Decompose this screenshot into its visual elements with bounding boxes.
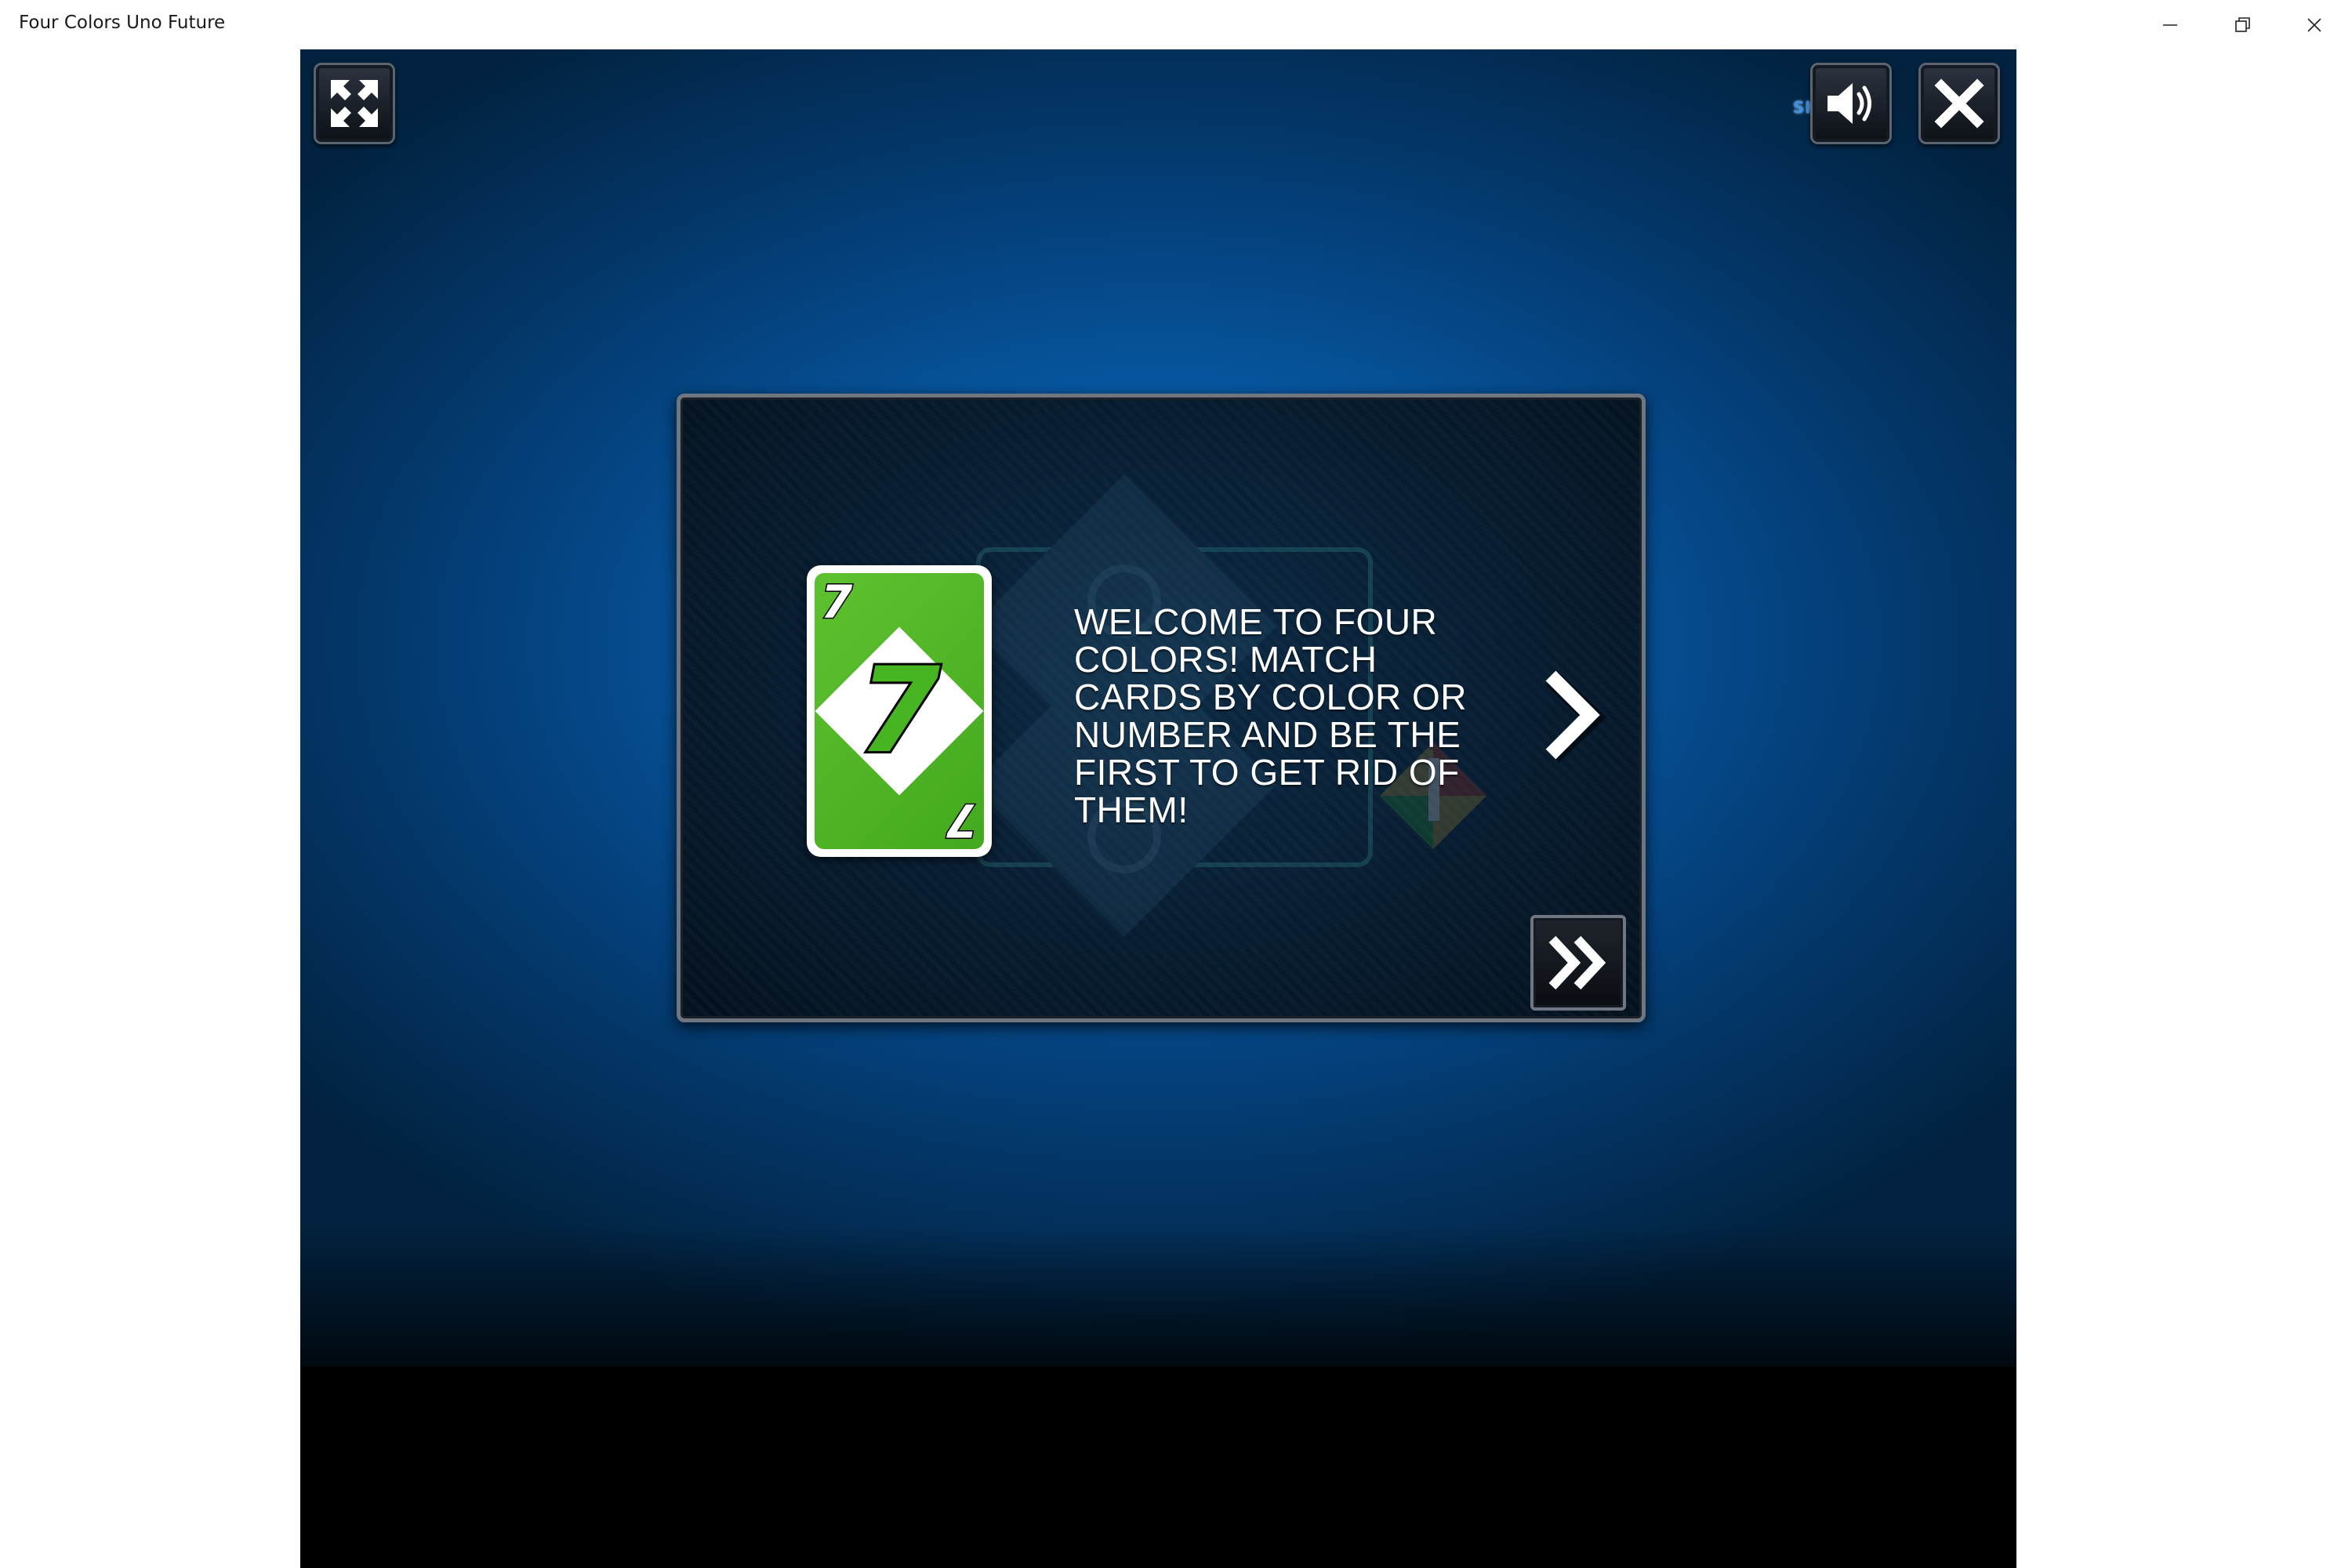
uno-card-green-7: 7 7 7	[807, 565, 992, 857]
restore-button[interactable]	[2206, 0, 2278, 49]
title-bar: Four Colors Uno Future	[0, 0, 2352, 49]
next-button[interactable]	[1538, 668, 1609, 767]
close-icon	[1934, 78, 1984, 129]
game-canvas[interactable]: SHTOBA	[300, 49, 2016, 1568]
window-title: Four Colors Uno Future	[19, 13, 226, 33]
close-game-button[interactable]	[1918, 63, 2000, 144]
tutorial-panel: 7 7 7 WELCOME TO FOUR COLORS! MATCH CARD…	[677, 394, 1646, 1022]
close-window-button[interactable]	[2278, 0, 2350, 49]
fullscreen-icon	[331, 80, 378, 127]
speaker-icon	[1828, 83, 1871, 124]
restore-icon	[2235, 16, 2250, 32]
card-corner-bottom: 7	[945, 793, 978, 848]
chevron-right-icon	[1545, 670, 1607, 763]
card-corner-top: 7	[819, 575, 853, 629]
card-face: 7 7 7	[815, 573, 984, 849]
close-icon	[2307, 17, 2321, 32]
sound-toggle-button[interactable]	[1810, 63, 1892, 144]
double-chevron-right-icon	[1548, 935, 1606, 990]
minimize-icon	[2163, 24, 2177, 26]
fullscreen-button[interactable]	[314, 63, 395, 144]
app-window: Four Colors Uno Future 7 7 7 WELCOME TO …	[0, 0, 2352, 1568]
game-bottom-bar	[300, 1367, 2016, 1568]
skip-tutorial-button[interactable]	[1530, 915, 1626, 1011]
tutorial-message: WELCOME TO FOUR COLORS! MATCH CARDS BY C…	[1074, 601, 1467, 830]
minimize-button[interactable]	[2134, 0, 2206, 49]
